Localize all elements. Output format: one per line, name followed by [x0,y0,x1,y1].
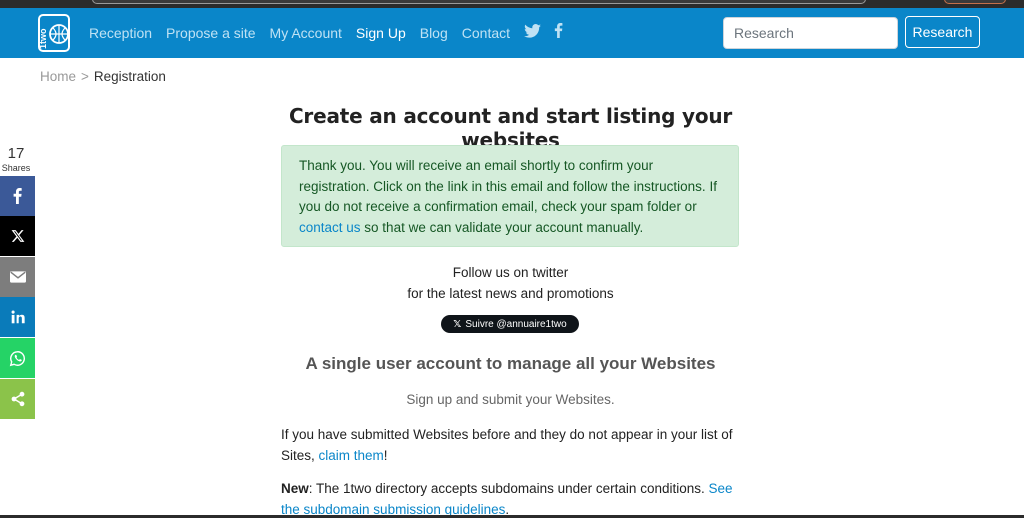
top-action-pill [944,0,1006,4]
facebook-icon[interactable] [554,23,563,43]
x-icon [11,230,24,242]
svg-text:1two: 1two [38,28,48,49]
contact-us-link[interactable]: contact us [299,220,361,235]
alert-text: Thank you. You will receive an email sho… [299,158,717,214]
follow-twitter-text: Follow us on twitter for the latest news… [281,262,740,304]
nav-sign-up[interactable]: Sign Up [356,25,406,41]
share-email-button[interactable] [0,257,35,297]
whatsapp-icon [9,350,25,366]
share-icon [11,391,24,407]
claim-text-end: ! [383,447,388,463]
claim-paragraph: If you have submitted Websites before an… [281,425,740,466]
claim-them-link[interactable]: claim them [319,448,384,463]
share-count-label: Shares [1,163,31,173]
nav-contact[interactable]: Contact [462,25,510,41]
success-alert: Thank you. You will receive an email sho… [281,145,739,247]
follow-line-2: for the latest news and promotions [407,286,614,301]
logo-icon: 1two [38,14,70,52]
breadcrumb-current: Registration [93,69,166,84]
nav-propose-site[interactable]: Propose a site [166,25,256,41]
twitter-follow-button[interactable]: 𝕏 Suivre @annuaire1two [441,315,579,333]
breadcrumb: Home > Registration [40,69,166,84]
share-more-button[interactable] [0,379,35,419]
share-x-button[interactable] [0,216,35,256]
breadcrumb-separator: > [81,69,89,84]
share-count: 17 Shares [0,146,32,174]
main-nav: Reception Propose a site My Account Sign… [89,8,576,58]
nav-reception[interactable]: Reception [89,25,152,41]
follow-line-1: Follow us on twitter [452,265,569,280]
twitter-icon[interactable] [524,23,541,43]
email-icon [9,271,26,283]
nav-my-account[interactable]: My Account [270,25,342,41]
share-linkedin-button[interactable] [0,297,35,337]
search-input[interactable] [723,17,898,49]
section-heading: A single user account to manage all your… [305,354,716,373]
navbar: 1two Reception Propose a site My Account… [0,8,1024,58]
top-scroll-pill [92,0,866,4]
share-facebook-button[interactable] [0,176,35,216]
share-whatsapp-button[interactable] [0,338,35,378]
breadcrumb-home[interactable]: Home [40,69,76,84]
search-button[interactable]: Research [905,16,980,48]
subdomain-text: : The 1two directory accepts subdomains … [308,481,709,496]
section-subtext: Sign up and submit your Websites. [406,392,615,407]
alert-text-end: so that we can validate your account man… [360,219,644,235]
twitter-follow-label: Suivre @annuaire1two [465,318,567,330]
nav-blog[interactable]: Blog [420,25,448,41]
browser-top-strip [0,0,1024,8]
site-logo[interactable]: 1two [38,12,72,54]
x-icon: 𝕏 [453,318,462,330]
share-count-number: 17 [7,145,25,162]
linkedin-icon [11,310,25,324]
new-label: New [281,481,309,496]
subdomain-paragraph: New: The 1two directory accepts subdomai… [281,479,740,518]
facebook-icon [13,188,22,204]
